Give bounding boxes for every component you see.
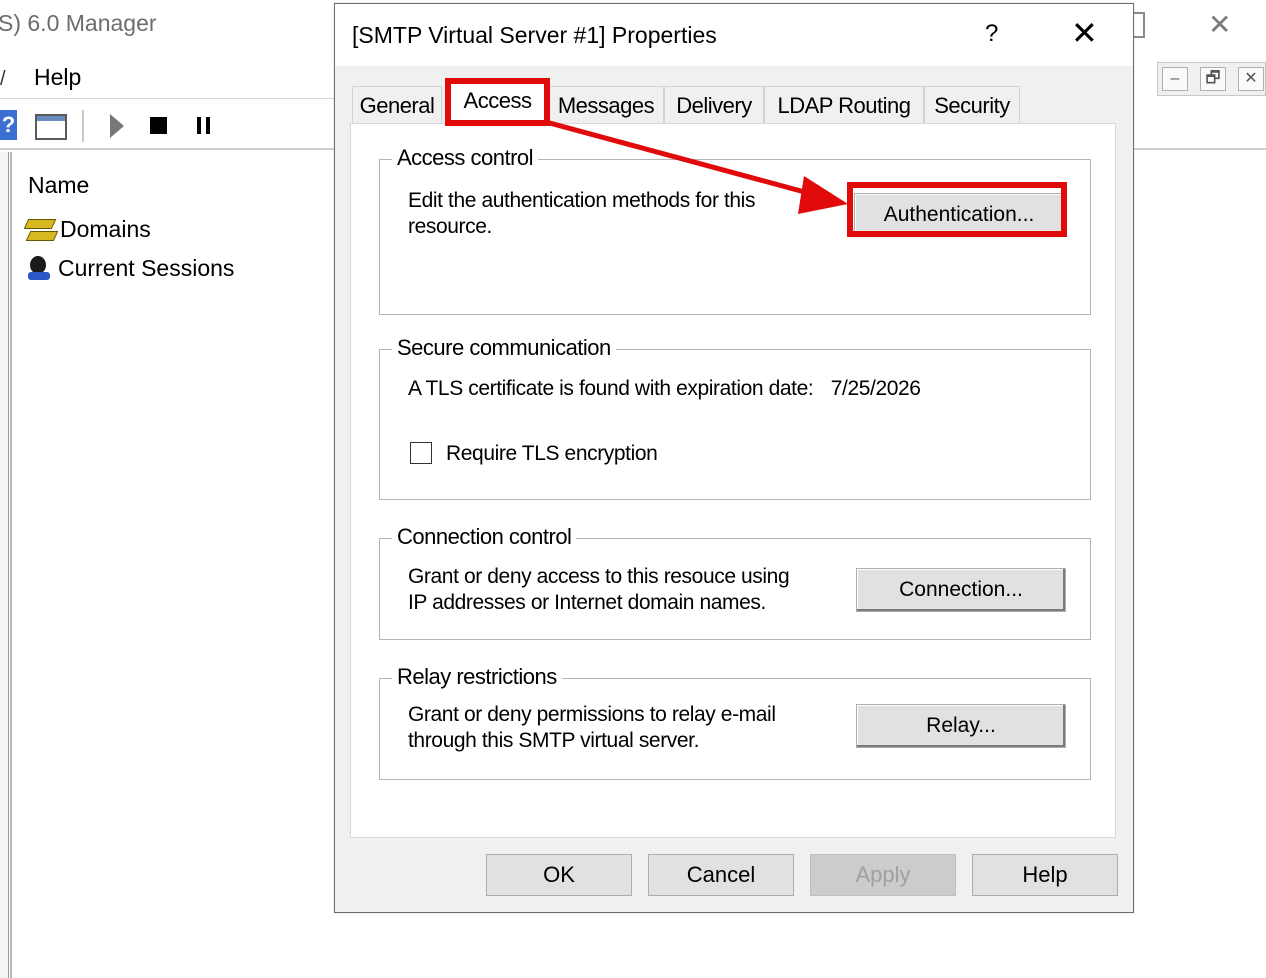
tab-delivery[interactable]: Delivery xyxy=(664,86,764,124)
menubar-divider xyxy=(0,98,340,99)
connection-control-description-line1: Grant or deny access to this resouce usi… xyxy=(408,565,790,588)
menu-item-view-fragment[interactable]: / xyxy=(0,68,6,91)
list-item-current-sessions[interactable]: Current Sessions xyxy=(24,254,234,282)
dialog-close-icon[interactable]: ✕ xyxy=(1071,14,1098,52)
current-sessions-icon xyxy=(24,254,54,282)
show-hide-console-tree-icon[interactable] xyxy=(35,114,67,140)
stop-icon[interactable] xyxy=(150,117,167,134)
access-control-description-line2: resource. xyxy=(408,215,492,238)
close-icon[interactable]: ✕ xyxy=(1208,8,1231,41)
expiration-date: 7/25/2026 xyxy=(830,377,921,400)
certificate-info: A TLS certificate is found with expirati… xyxy=(408,376,921,402)
console-tree-pane xyxy=(0,152,9,978)
mdi-close-icon[interactable]: ✕ xyxy=(1238,67,1264,91)
help-topics-icon[interactable]: ? xyxy=(0,110,17,140)
secure-communication-group: Secure communication A TLS certificate i… xyxy=(379,335,1091,500)
relay-restrictions-description-line1: Grant or deny permissions to relay e-mai… xyxy=(408,703,776,726)
access-control-description-line1: Edit the authentication methods for this xyxy=(408,189,756,212)
authentication-highlight-box xyxy=(847,182,1067,237)
list-item-domains[interactable]: Domains xyxy=(24,215,151,243)
access-control-legend: Access control xyxy=(392,145,539,171)
relay-restrictions-description-line2: through this SMTP virtual server. xyxy=(408,729,700,752)
domains-icon xyxy=(24,215,56,243)
pane-splitter[interactable] xyxy=(10,152,12,978)
require-tls-checkbox[interactable] xyxy=(410,442,432,464)
relay-restrictions-description: Grant or deny permissions to relay e-mai… xyxy=(408,702,776,754)
list-item-label: Domains xyxy=(60,215,151,242)
background-window-title: S) 6.0 Manager xyxy=(0,10,157,36)
column-header-name[interactable]: Name xyxy=(28,172,89,199)
connection-control-description: Grant or deny access to this resouce usi… xyxy=(408,564,790,616)
relay-restrictions-group: Relay restrictions Grant or deny permiss… xyxy=(379,664,1091,780)
mdi-window-controls: – 🗗 ✕ xyxy=(1157,62,1266,96)
menu-item-help[interactable]: Help xyxy=(34,64,81,91)
start-icon[interactable] xyxy=(110,114,124,138)
cancel-button[interactable]: Cancel xyxy=(648,854,794,896)
tab-security[interactable]: Security xyxy=(924,86,1020,124)
require-tls-label[interactable]: Require TLS encryption xyxy=(446,441,658,467)
restore-icon[interactable]: 🗗 xyxy=(1200,67,1226,91)
relay-restrictions-legend: Relay restrictions xyxy=(392,664,562,690)
dialog-title: [SMTP Virtual Server #1] Properties xyxy=(352,22,717,48)
tab-ldap-routing[interactable]: LDAP Routing xyxy=(764,86,924,124)
apply-button[interactable]: Apply xyxy=(810,854,956,896)
tab-access[interactable]: Access xyxy=(445,78,550,126)
tab-general[interactable]: General xyxy=(352,86,442,124)
toolbar-separator xyxy=(82,110,84,142)
maximize-icon[interactable] xyxy=(1134,12,1145,38)
connection-button[interactable]: Connection... xyxy=(856,568,1066,612)
secure-communication-legend: Secure communication xyxy=(392,335,616,361)
access-control-description: Edit the authentication methods for this… xyxy=(408,188,755,240)
certificate-text: A TLS certificate is found with expirati… xyxy=(408,377,814,400)
relay-button[interactable]: Relay... xyxy=(856,704,1066,748)
ok-button[interactable]: OK xyxy=(486,854,632,896)
tab-messages[interactable]: Messages xyxy=(548,86,664,124)
dialog-titlebar[interactable]: [SMTP Virtual Server #1] Properties ? ✕ xyxy=(335,4,1133,66)
connection-control-description-line2: IP addresses or Internet domain names. xyxy=(408,591,766,614)
help-button[interactable]: Help xyxy=(972,854,1118,896)
connection-control-legend: Connection control xyxy=(392,524,577,550)
properties-dialog: [SMTP Virtual Server #1] Properties ? ✕ … xyxy=(334,3,1134,913)
connection-control-group: Connection control Grant or deny access … xyxy=(379,524,1091,640)
list-item-label: Current Sessions xyxy=(58,254,235,281)
pause-icon[interactable] xyxy=(197,117,210,134)
minimize-icon[interactable]: – xyxy=(1162,67,1188,91)
context-help-icon[interactable]: ? xyxy=(985,20,998,48)
